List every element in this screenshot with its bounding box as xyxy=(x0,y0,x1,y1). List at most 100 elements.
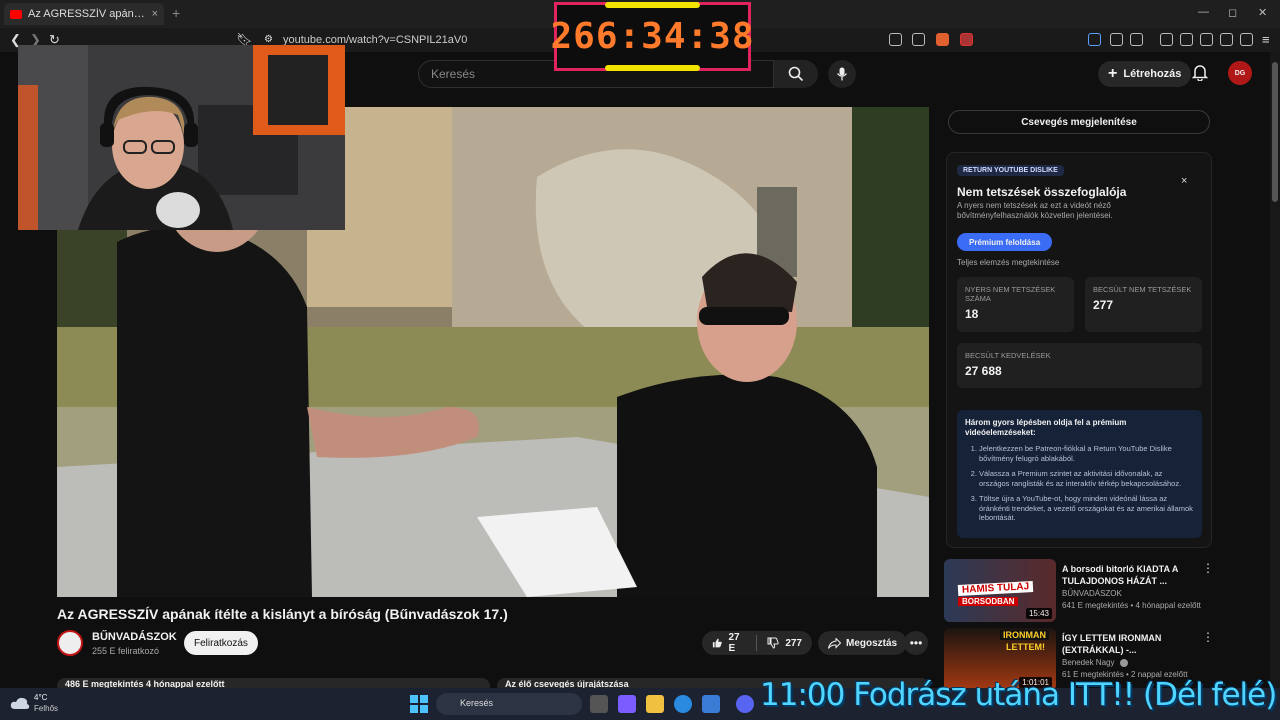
cast-icon[interactable] xyxy=(889,33,902,46)
stat-label: BECSÜLT NEM TETSZÉSEK xyxy=(1093,285,1192,294)
subscriber-count: 255 E feliratkozó xyxy=(92,646,160,656)
cloud-icon xyxy=(10,697,30,709)
stat-value: 277 xyxy=(1093,298,1114,312)
browser-tab[interactable]: Az AGRESSZÍV apának ítélte a kislányt a … xyxy=(4,3,164,25)
brave-rewards-icon[interactable] xyxy=(960,33,973,46)
ryd-close-icon[interactable]: × xyxy=(1181,175,1187,187)
recommendation-channel[interactable]: BŰNVADÁSZOK xyxy=(1062,589,1122,598)
page-scrollbar[interactable] xyxy=(1270,52,1280,688)
discord-icon[interactable] xyxy=(736,695,754,713)
video-duration: 15:43 xyxy=(1025,608,1052,619)
premium-steps: Három gyors lépésben oldja fel a prémium… xyxy=(957,410,1202,538)
leo-icon[interactable] xyxy=(1220,33,1233,46)
streamer-webcam xyxy=(18,45,345,230)
recommendation-title[interactable]: A borsodi bitorló KIADTA A TULAJDONOS HÁ… xyxy=(1062,563,1197,587)
wallet-icon[interactable] xyxy=(1200,33,1213,46)
voice-search-button[interactable] xyxy=(828,60,856,88)
subathon-timer: 266:34:38 xyxy=(550,2,754,71)
ryd-tag: RETURN YOUTUBE DISLIKE xyxy=(957,165,1064,176)
bell-icon xyxy=(1191,65,1209,82)
unlock-premium-button[interactable]: Prémium feloldása xyxy=(957,233,1053,251)
stat-value: 18 xyxy=(965,307,979,321)
dislike-button[interactable]: 277 xyxy=(757,637,812,649)
timer-bottom-bar xyxy=(605,65,700,71)
weather-temperature[interactable]: 4°C xyxy=(34,693,47,702)
like-button[interactable]: 27 E xyxy=(702,632,756,654)
task-view-icon[interactable] xyxy=(590,695,608,713)
account-avatar[interactable]: DG xyxy=(1228,61,1252,85)
sidebar-icon[interactable] xyxy=(1180,33,1193,46)
screenshot-icon[interactable] xyxy=(1130,33,1143,46)
copilot-icon[interactable] xyxy=(618,695,636,713)
plus-icon: + xyxy=(1108,65,1118,82)
ryd-title: Nem tetszések összefoglalója xyxy=(957,185,1127,199)
more-actions-button[interactable]: ••• xyxy=(904,631,928,655)
new-tab-button[interactable]: + xyxy=(172,5,180,21)
start-button[interactable] xyxy=(410,695,428,713)
like-dislike-group: 27 E 277 xyxy=(702,631,812,655)
media-icon[interactable] xyxy=(1160,33,1173,46)
estimated-dislikes-stat: BECSÜLT NEM TETSZÉSEK 277 xyxy=(1085,277,1202,332)
recommendation-thumbnail[interactable]: HAMIS TULAJ BORSODBAN 15:43 xyxy=(944,559,1056,622)
minimize-button[interactable]: — xyxy=(1198,6,1209,18)
step-item: Válassza a Premium szintet az aktivitási… xyxy=(979,469,1194,488)
recommendation-channel[interactable]: Benedek Nagy xyxy=(1062,658,1128,667)
timer-value: 266:34:38 xyxy=(550,16,755,57)
steps-list: Jelentkezzen be Patreon-fiókkal a Return… xyxy=(965,444,1194,523)
create-label: Létrehozás xyxy=(1123,68,1182,80)
store-icon[interactable] xyxy=(702,695,720,713)
share-icon xyxy=(828,637,841,649)
stat-value: 27 688 xyxy=(965,364,1002,378)
step-item: Töltse újra a YouTube-ot, hogy minden vi… xyxy=(979,494,1194,523)
youtube-favicon-icon xyxy=(10,9,22,19)
stat-label: NYERS NEM TETSZÉSEK SZÁMA xyxy=(965,285,1056,303)
thumbs-down-icon xyxy=(767,637,779,649)
edge-icon[interactable] xyxy=(674,695,692,713)
create-button[interactable]: + Létrehozás xyxy=(1098,61,1192,87)
windows-logo-icon xyxy=(410,695,428,713)
tab-close-icon[interactable]: × xyxy=(152,8,158,20)
more-vert-icon[interactable]: ⋮ xyxy=(1202,630,1214,644)
more-vert-icon[interactable]: ⋮ xyxy=(1202,561,1214,575)
microphone-icon xyxy=(836,67,848,81)
recommendation-title[interactable]: ÍGY LETTEM IRONMAN (EXTRÁKKAL) -... xyxy=(1062,632,1197,656)
thumbnail-text: BORSODBAN xyxy=(958,597,1019,606)
scrollbar-thumb[interactable] xyxy=(1272,62,1278,202)
recommendation-meta: 641 E megtekintés • 4 hónappal ezelőtt xyxy=(1062,601,1201,610)
brave-shields-icon[interactable] xyxy=(936,33,949,46)
notifications-button[interactable] xyxy=(1191,64,1209,86)
full-analysis-link[interactable]: Teljes elemzés megtekintése xyxy=(957,258,1059,267)
recommendation-item[interactable]: HAMIS TULAJ BORSODBAN 15:43 A borsodi bi… xyxy=(944,559,1214,623)
ai-assistant-icon[interactable] xyxy=(1088,33,1101,46)
dislike-count: 277 xyxy=(785,637,802,649)
show-chat-button[interactable]: Csevegés megjelenítése xyxy=(948,110,1210,134)
taskbar-search[interactable]: Keresés xyxy=(436,693,582,715)
like-count: 27 E xyxy=(728,632,740,654)
steps-title: Három gyors lépésben oldja fel a prémium… xyxy=(965,418,1127,437)
stream-overlay-text: 11:00 Fodrász utána ITT!! (Dél felé) xyxy=(760,677,1277,713)
thumbs-up-icon xyxy=(712,638,722,648)
search-button[interactable] xyxy=(774,60,818,88)
close-window-button[interactable]: ✕ xyxy=(1258,6,1267,19)
video-title: Az AGRESSZÍV apának ítélte a kislányt a … xyxy=(57,606,508,622)
channel-avatar[interactable] xyxy=(57,630,83,656)
share-label: Megosztás xyxy=(846,637,898,649)
taskbar-search-label: Keresés xyxy=(460,698,494,708)
site-info-icon[interactable]: ⚙ xyxy=(264,34,273,45)
timer-top-bar xyxy=(605,2,700,8)
avatar-text: DG xyxy=(1234,69,1246,77)
stat-label: BECSÜLT KEDVELÉSEK xyxy=(965,351,1051,360)
weather-description: Felhős xyxy=(34,704,59,713)
vpn-icon[interactable] xyxy=(1240,33,1253,46)
menu-icon[interactable]: ≡ xyxy=(1262,32,1270,47)
webcam-frame xyxy=(18,45,345,230)
share-page-icon[interactable] xyxy=(912,33,925,46)
maximize-button[interactable]: ◻ xyxy=(1228,6,1237,19)
file-explorer-icon[interactable] xyxy=(646,695,664,713)
thumbnail-text: IRONMAN xyxy=(1000,630,1049,640)
channel-name[interactable]: BŰNVADÁSZOK xyxy=(92,631,177,643)
channel-name-text: Benedek Nagy xyxy=(1062,658,1115,667)
subscribe-button[interactable]: Feliratkozás xyxy=(184,631,258,655)
share-button[interactable]: Megosztás xyxy=(818,631,908,655)
extension-icon[interactable] xyxy=(1110,33,1123,46)
